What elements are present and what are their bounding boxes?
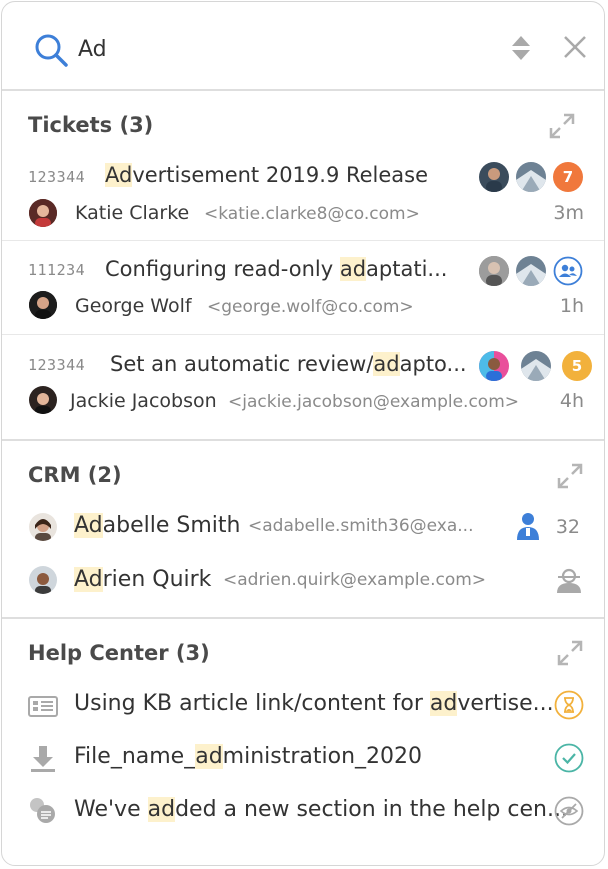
article-title: We've added a new section in the help ce…: [74, 797, 568, 822]
download-icon: [31, 746, 55, 772]
contact-name: Adabelle Smith: [74, 513, 241, 538]
assignee-avatar: [479, 162, 509, 192]
requester-name: Jackie Jacobson: [70, 390, 217, 412]
contact-avatar: [29, 513, 57, 541]
crm-section-title: CRM (2): [28, 463, 122, 487]
search-bar: [2, 2, 604, 90]
article-title: File_name_administration_2020: [74, 744, 423, 769]
ticket-id: 123344: [28, 356, 86, 374]
faq-icon: [30, 798, 55, 823]
contact-avatar: [29, 566, 57, 594]
close-icon[interactable]: [562, 34, 588, 60]
divider: [2, 334, 604, 335]
divider: [2, 89, 604, 91]
ticket-time: 1h: [559, 295, 584, 317]
article-icon: [28, 696, 58, 717]
assignee-avatar: [479, 351, 509, 381]
group-icon: [553, 256, 583, 286]
search-popup: Tickets (3) 123344 Advertisement 2019.9 …: [1, 1, 605, 866]
requester-avatar: [29, 386, 57, 414]
divider: [2, 617, 604, 619]
divider: [2, 439, 604, 441]
contact-ticket-count: 32: [555, 516, 580, 538]
article-title: Using KB article link/content for advert…: [74, 691, 554, 716]
requester-email: <jackie.jacobson@example.com>: [228, 392, 520, 412]
requester-avatar: [29, 199, 57, 227]
assignee-avatar: [479, 256, 509, 286]
requester-avatar: [29, 291, 57, 319]
contact-email: <adabelle.smith36@exa...: [248, 516, 474, 536]
expand-icon[interactable]: [548, 112, 576, 140]
user-gray-icon: [557, 568, 581, 593]
ticket-time: 4h: [559, 390, 584, 412]
check-icon: [554, 743, 584, 773]
requester-email: <katie.clarke8@co.com>: [204, 204, 420, 224]
divider: [2, 240, 604, 241]
expand-icon[interactable]: [556, 639, 584, 667]
ticket-title: Advertisement 2019.9 Release: [105, 163, 429, 187]
contact-email: <adrien.quirk@example.com>: [223, 570, 487, 590]
ticket-title: Configuring read-only adaptati...: [105, 257, 448, 281]
ticket-title: Set an automatic review/adapto...: [110, 352, 467, 376]
unread-count-badge: 7: [553, 162, 583, 192]
group-avatar: [516, 162, 546, 192]
search-input[interactable]: [78, 29, 478, 69]
group-avatar: [516, 256, 546, 286]
requester-email: <george.wolf@co.com>: [207, 297, 414, 317]
help-center-section-title: Help Center (3): [28, 641, 210, 665]
user-blue-icon: [517, 513, 539, 540]
tickets-section-title: Tickets (3): [28, 113, 154, 137]
hourglass-icon: [554, 690, 584, 720]
ticket-time: 3m: [553, 202, 584, 224]
unread-count-badge: 5: [562, 351, 592, 381]
requester-name: Katie Clarke: [75, 202, 190, 224]
group-avatar: [521, 351, 551, 381]
requester-name: George Wolf: [75, 295, 192, 317]
ticket-id: 111234: [28, 261, 86, 279]
hidden-icon: [554, 796, 584, 826]
expand-icon[interactable]: [556, 462, 584, 490]
ticket-id: 123344: [28, 168, 86, 186]
contact-name: Adrien Quirk: [74, 567, 212, 592]
sort-icon[interactable]: [508, 33, 534, 63]
search-icon: [35, 34, 68, 67]
